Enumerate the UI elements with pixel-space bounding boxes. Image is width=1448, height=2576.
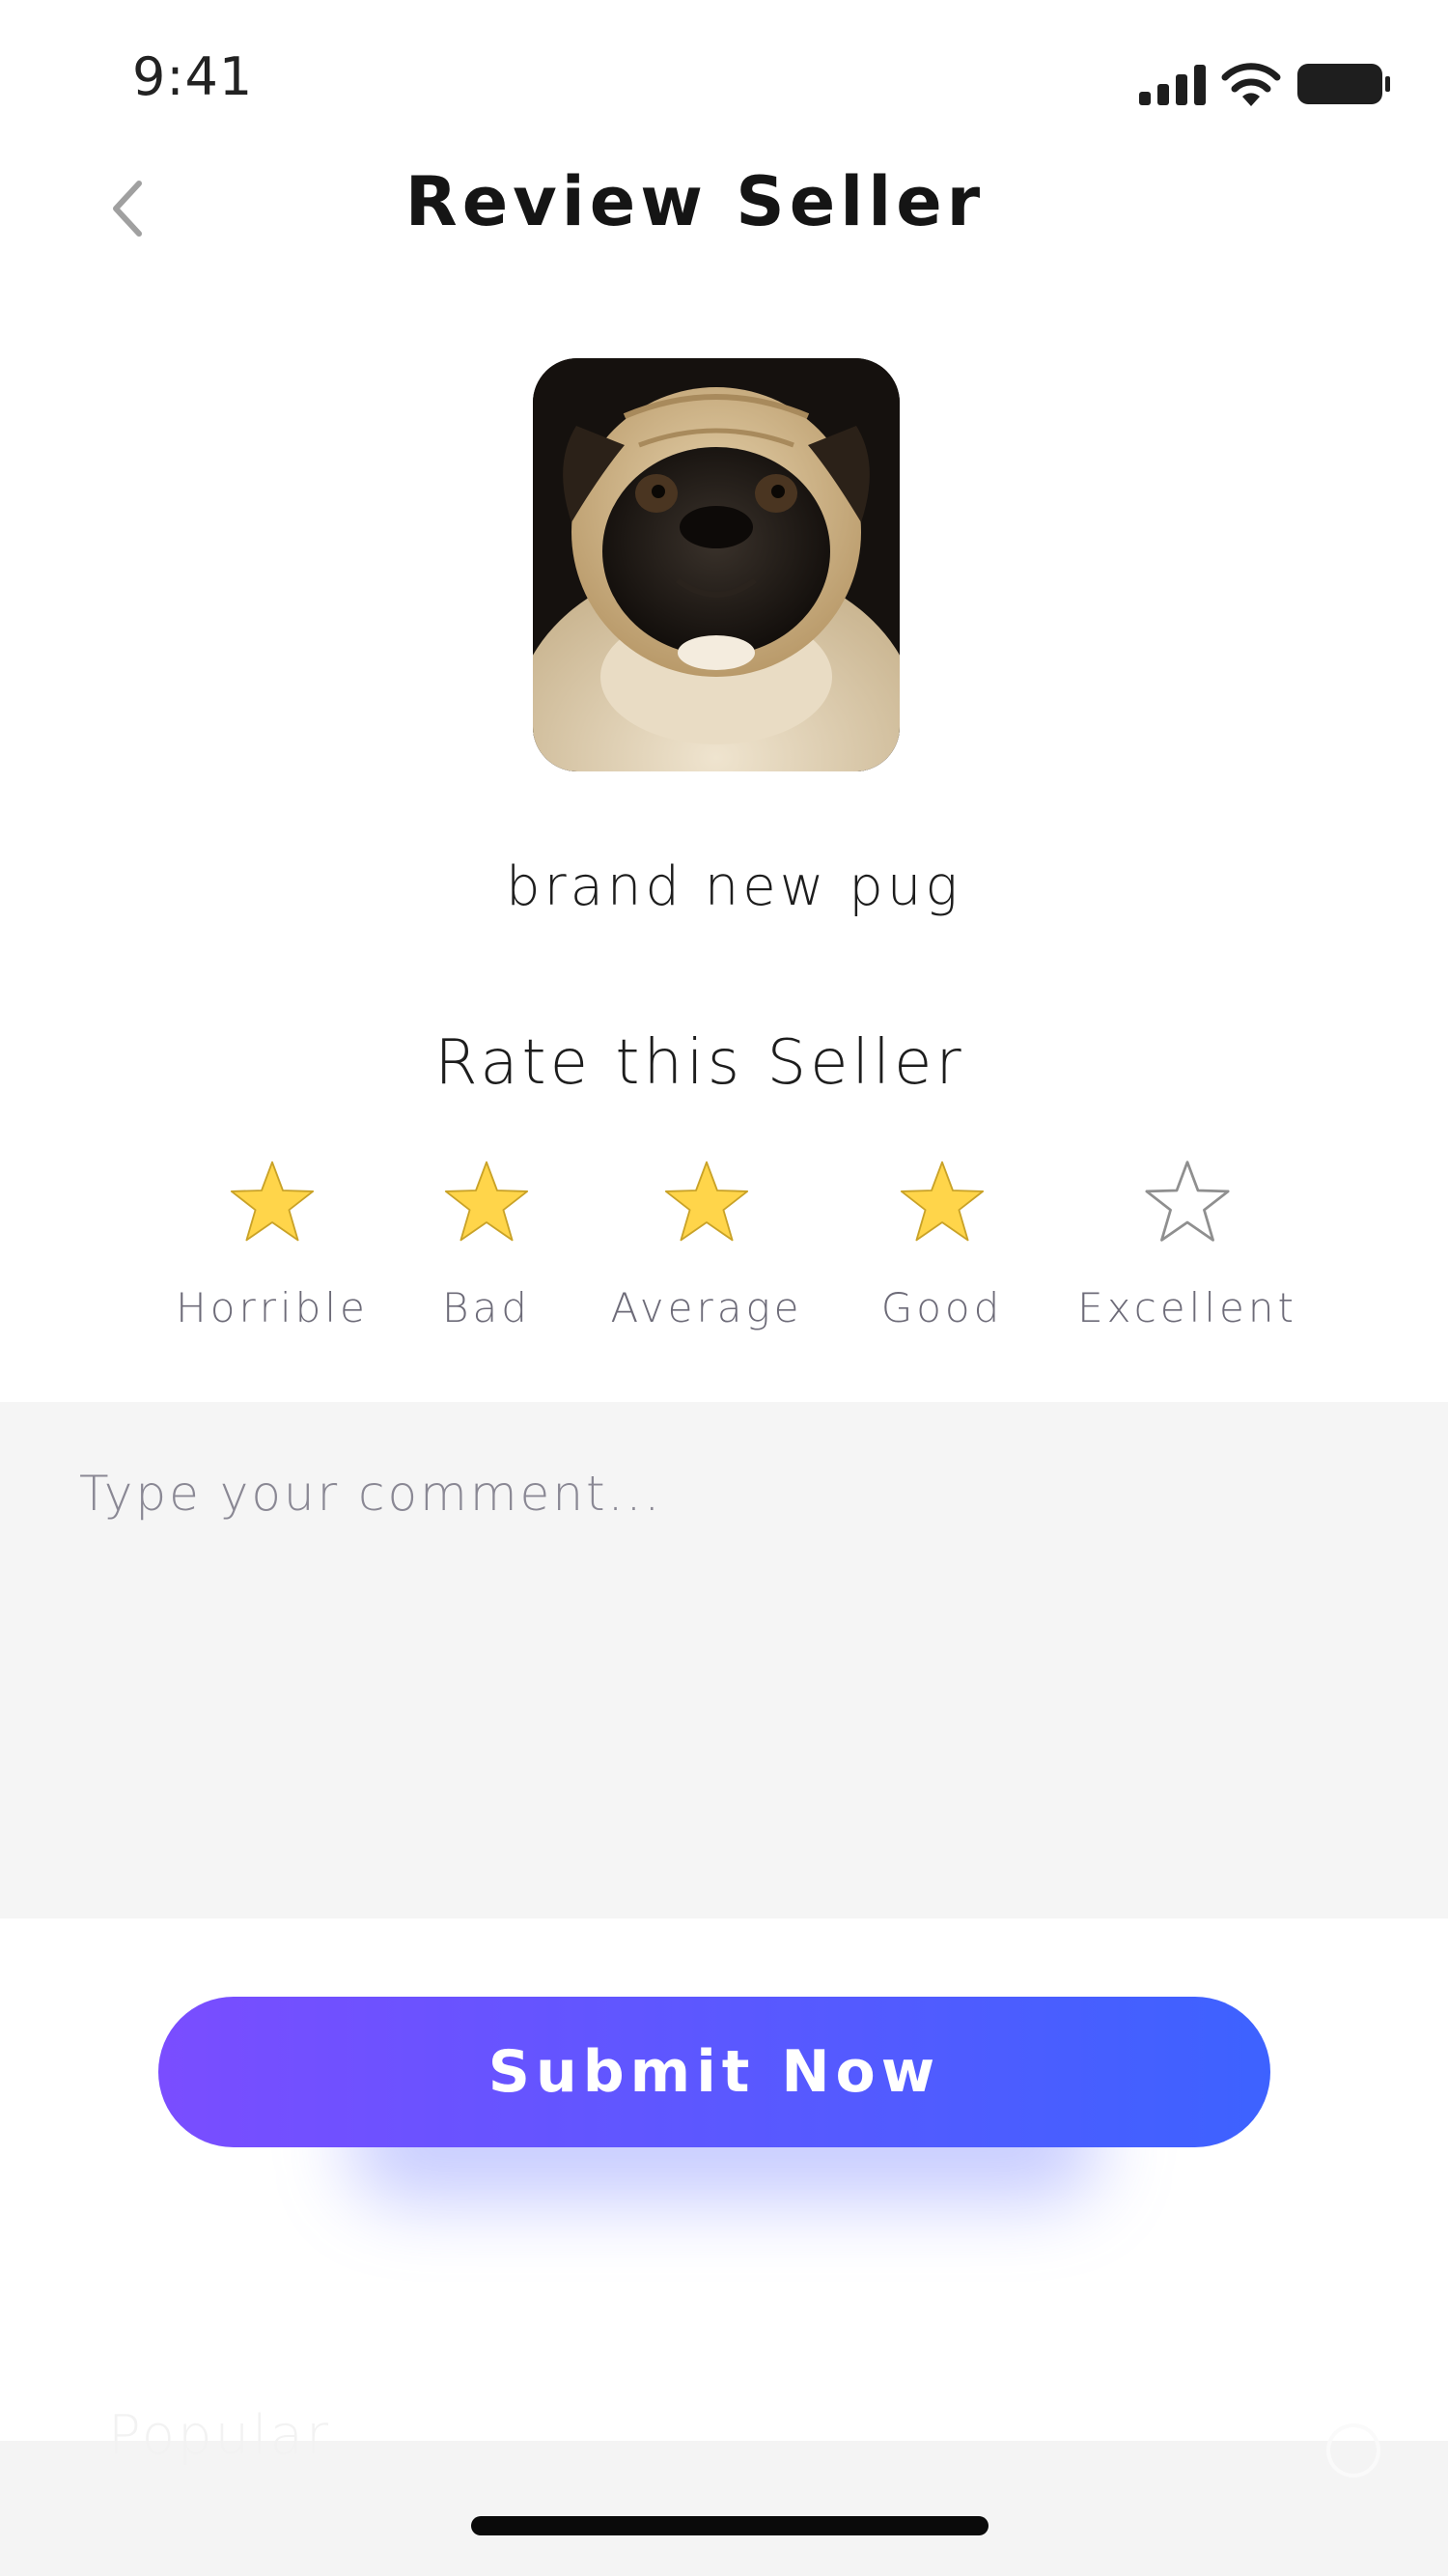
rating-label: Horrible — [176, 1284, 369, 1331]
rating-label: Bad — [442, 1284, 531, 1331]
seller-avatar — [533, 358, 900, 771]
star-rating: Horrible Bad Average Good Excellent — [0, 1159, 1448, 1352]
circle-icon[interactable] — [1326, 2423, 1380, 2478]
wifi-icon — [1221, 63, 1281, 106]
star-icon — [900, 1161, 985, 1242]
status-bar: 9:41 — [0, 0, 1448, 145]
rating-label: Average — [610, 1284, 803, 1331]
rating-option-average[interactable]: Average — [591, 1159, 822, 1331]
battery-icon — [1297, 64, 1390, 104]
rating-title: Rate this Seller — [434, 1027, 965, 1099]
tab-popular[interactable]: Popular — [108, 2404, 331, 2467]
cellular-signal-icon — [1139, 65, 1206, 105]
star-outline-icon — [1145, 1161, 1230, 1242]
nav-bar: Review Seller — [0, 145, 1448, 261]
submit-button[interactable]: Submit Now — [158, 1997, 1270, 2147]
star-icon — [664, 1161, 749, 1242]
comment-box — [0, 1402, 1448, 1918]
status-time: 9:41 — [132, 46, 254, 107]
comment-input[interactable] — [0, 1402, 1448, 1918]
star-icon — [230, 1161, 315, 1242]
rating-option-horrible[interactable]: Horrible — [156, 1159, 388, 1331]
star-icon — [444, 1161, 529, 1242]
home-indicator — [471, 2516, 989, 2535]
rating-option-bad[interactable]: Bad — [371, 1159, 602, 1331]
rating-label: Good — [880, 1284, 1004, 1331]
status-icons — [1139, 60, 1392, 108]
page-title: Review Seller — [404, 162, 986, 241]
rating-option-good[interactable]: Good — [826, 1159, 1058, 1331]
pug-photo — [533, 358, 900, 771]
seller-name: brand new pug — [506, 855, 961, 918]
rating-label: Excellent — [1077, 1284, 1297, 1331]
rating-option-excellent[interactable]: Excellent — [1072, 1159, 1303, 1331]
